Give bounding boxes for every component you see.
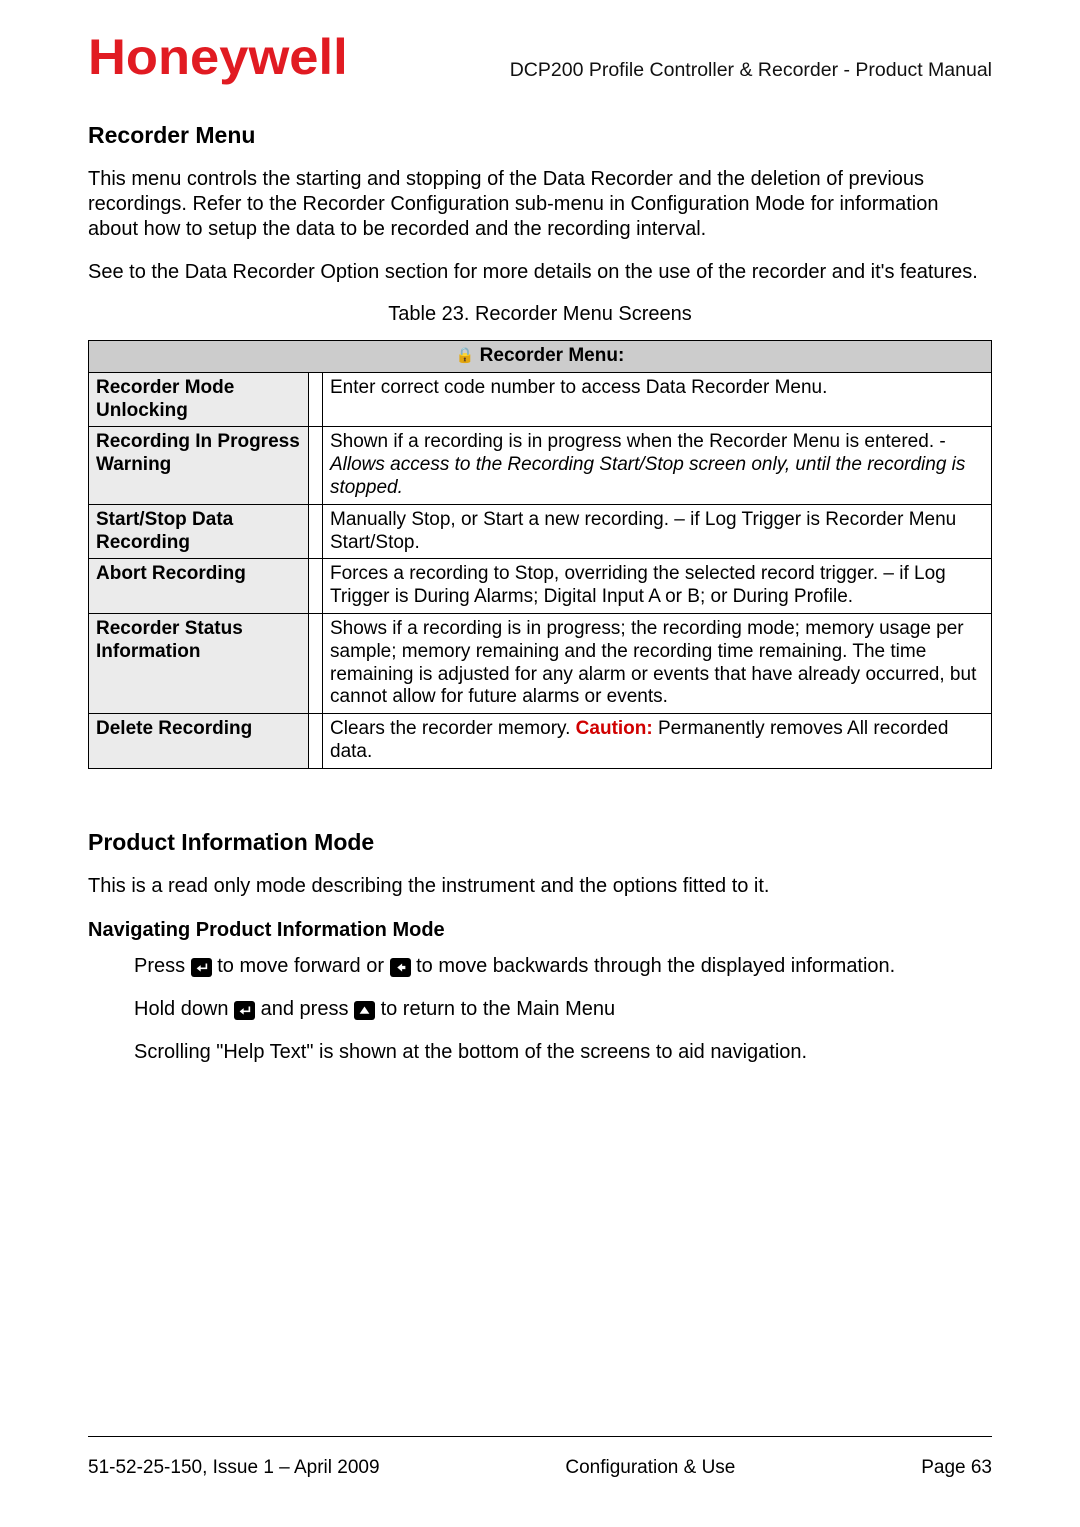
footer-left: 51-52-25-150, Issue 1 – April 2009 xyxy=(88,1457,380,1479)
caution-label: Caution: xyxy=(576,718,653,739)
row-desc: Clears the recorder memory. Caution: Per… xyxy=(323,714,992,769)
nav-line-3: Scrolling "Help Text" is shown at the bo… xyxy=(134,1040,992,1065)
row-spacer xyxy=(309,427,323,504)
back-arrow-icon xyxy=(390,958,411,977)
table-row: Start/Stop Data Recording Manually Stop,… xyxy=(89,504,992,559)
row-label: Recorder Mode Unlocking xyxy=(89,372,309,427)
enter-forward-icon xyxy=(191,958,212,977)
row-desc: Shown if a recording is in progress when… xyxy=(323,427,992,504)
row-desc-em: Allows access to the Recording Start/Sto… xyxy=(330,454,965,498)
nav-text: Press xyxy=(134,955,191,977)
row-desc-pre: Clears the recorder memory. xyxy=(330,718,576,739)
page-container: Honeywell DCP200 Profile Controller & Re… xyxy=(0,0,1080,1527)
row-spacer xyxy=(309,372,323,427)
section1-para1: This menu controls the starting and stop… xyxy=(88,167,992,242)
nav-line-1: Press to move forward or to move backwar… xyxy=(134,954,992,979)
row-label: Delete Recording xyxy=(89,714,309,769)
table-row: Abort Recording Forces a recording to St… xyxy=(89,559,992,614)
row-spacer xyxy=(309,504,323,559)
section2-para1: This is a read only mode describing the … xyxy=(88,874,992,899)
footer-divider xyxy=(88,1436,992,1437)
row-desc: Manually Stop, or Start a new recording.… xyxy=(323,504,992,559)
document-title: DCP200 Profile Controller & Recorder - P… xyxy=(510,59,992,82)
honeywell-logo: Honeywell xyxy=(88,28,348,86)
table-row: Delete Recording Clears the recorder mem… xyxy=(89,714,992,769)
footer-center: Configuration & Use xyxy=(565,1457,735,1479)
enter-forward-icon xyxy=(234,1001,255,1020)
row-spacer xyxy=(309,613,323,713)
row-spacer xyxy=(309,559,323,614)
table-header-row: 🔒 Recorder Menu: xyxy=(89,341,992,373)
nav-text: and press xyxy=(255,998,354,1020)
table-row: Recording In Progress Warning Shown if a… xyxy=(89,427,992,504)
row-label: Start/Stop Data Recording xyxy=(89,504,309,559)
page-header: Honeywell DCP200 Profile Controller & Re… xyxy=(88,28,992,86)
page-footer: 51-52-25-150, Issue 1 – April 2009 Confi… xyxy=(88,1457,992,1479)
row-label: Recording In Progress Warning xyxy=(89,427,309,504)
section-heading-product-info: Product Information Mode xyxy=(88,829,992,856)
recorder-menu-table: 🔒 Recorder Menu: Recorder Mode Unlocking… xyxy=(88,340,992,769)
table-row: Recorder Status Information Shows if a r… xyxy=(89,613,992,713)
nav-text: Hold down xyxy=(134,998,234,1020)
row-desc: Forces a recording to Stop, overriding t… xyxy=(323,559,992,614)
row-label: Abort Recording xyxy=(89,559,309,614)
section1-para2: See to the Data Recorder Option section … xyxy=(88,260,992,285)
lock-icon: 🔒 xyxy=(456,347,475,364)
nav-text: to move forward or xyxy=(212,955,390,977)
row-label: Recorder Status Information xyxy=(89,613,309,713)
nav-text: to return to the Main Menu xyxy=(375,998,615,1020)
subheading-navigating: Navigating Product Information Mode xyxy=(88,919,992,942)
footer-right: Page 63 xyxy=(921,1457,992,1479)
section-heading-recorder-menu: Recorder Menu xyxy=(88,122,992,149)
row-desc-pre: Shown if a recording is in progress when… xyxy=(330,431,946,452)
table-row: Recorder Mode Unlocking Enter correct co… xyxy=(89,372,992,427)
table-header-text: Recorder Menu: xyxy=(480,345,625,366)
row-desc: Enter correct code number to access Data… xyxy=(323,372,992,427)
up-arrow-icon xyxy=(354,1001,375,1020)
nav-text: to move backwards through the displayed … xyxy=(411,955,896,977)
nav-line-2: Hold down and press to return to the Mai… xyxy=(134,997,992,1022)
row-desc: Shows if a recording is in progress; the… xyxy=(323,613,992,713)
table-title: Table 23. Recorder Menu Screens xyxy=(88,303,992,326)
row-spacer xyxy=(309,714,323,769)
